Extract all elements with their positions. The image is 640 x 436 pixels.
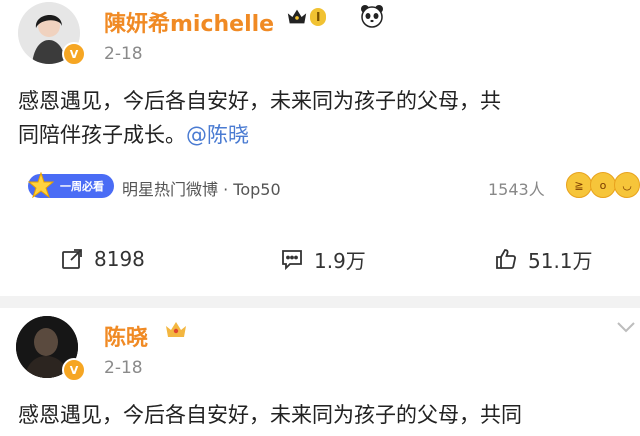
weibo-post-1: V 陳妍希michelle I 2-18 感恩遇见，今后各自安好，未来同为孩子的… — [0, 0, 640, 296]
post-divider — [0, 296, 640, 308]
hot-list-logo: 一周必看 — [28, 172, 114, 198]
content-line: 感恩遇见，今后各自安好，未来同为孩子的父母，共同 — [18, 403, 522, 427]
like-count: 51.1万 — [528, 248, 593, 273]
share-icon — [62, 249, 82, 269]
username[interactable]: 陳妍希michelle — [104, 6, 274, 38]
comment-count: 1.9万 — [314, 248, 366, 273]
comment-icon — [282, 250, 302, 271]
action-bar: 8198 1.9万 51.1万 — [0, 238, 640, 280]
chevron-down-icon[interactable] — [616, 320, 636, 334]
content-line: 同陪伴孩子成长。@陈晓 — [18, 118, 501, 152]
hot-list-text: 明星热门微博 · Top50 — [122, 180, 281, 199]
shocked-emoji-icon: o — [590, 172, 616, 198]
hot-list-banner[interactable]: 一周必看 明星热门微博 · Top50 1543人 ≧ o ◡ — [18, 170, 640, 204]
like-button[interactable]: 51.1万 — [494, 238, 593, 280]
mention-link[interactable]: @陈晓 — [186, 123, 249, 147]
grin-emoji-icon: ◡ — [614, 172, 640, 198]
content-text: 同陪伴孩子成长。 — [18, 123, 186, 147]
crown-icon — [287, 9, 307, 24]
post-content: 感恩遇见，今后各自安好，未来同为孩子的父母，共 同陪伴孩子成长。@陈晓 — [18, 84, 501, 152]
panda-icon — [361, 5, 383, 28]
crown-icon[interactable] — [164, 318, 188, 342]
username[interactable]: 陈晓 — [104, 320, 148, 352]
verified-badge-icon: V — [62, 42, 86, 66]
share-count: 8198 — [94, 247, 145, 271]
hot-list-logo-text: 一周必看 — [60, 180, 104, 193]
membership-badge[interactable]: I — [286, 6, 327, 28]
weibo-post-2: V 陈晓 2-18 感恩遇见，今后各自安好，未来同为孩子的父母，共同 — [0, 308, 640, 436]
reaction-count: 1543人 — [488, 180, 545, 199]
content-line: 感恩遇见，今后各自安好，未来同为孩子的父母，共 — [18, 89, 501, 113]
post-date: 2-18 — [104, 44, 143, 64]
post-date: 2-18 — [104, 358, 143, 378]
star-icon — [28, 172, 54, 198]
comment-button[interactable]: 1.9万 — [280, 238, 366, 280]
share-button[interactable]: 8198 — [60, 238, 145, 280]
level-pill: I — [310, 8, 327, 26]
reaction-emojis[interactable]: ≧ o ◡ — [566, 172, 640, 198]
post-content: 感恩遇见，今后各自安好，未来同为孩子的父母，共同 — [18, 398, 522, 432]
verified-badge-icon: V — [62, 358, 86, 382]
like-icon — [496, 249, 516, 269]
laugh-emoji-icon: ≧ — [566, 172, 592, 198]
